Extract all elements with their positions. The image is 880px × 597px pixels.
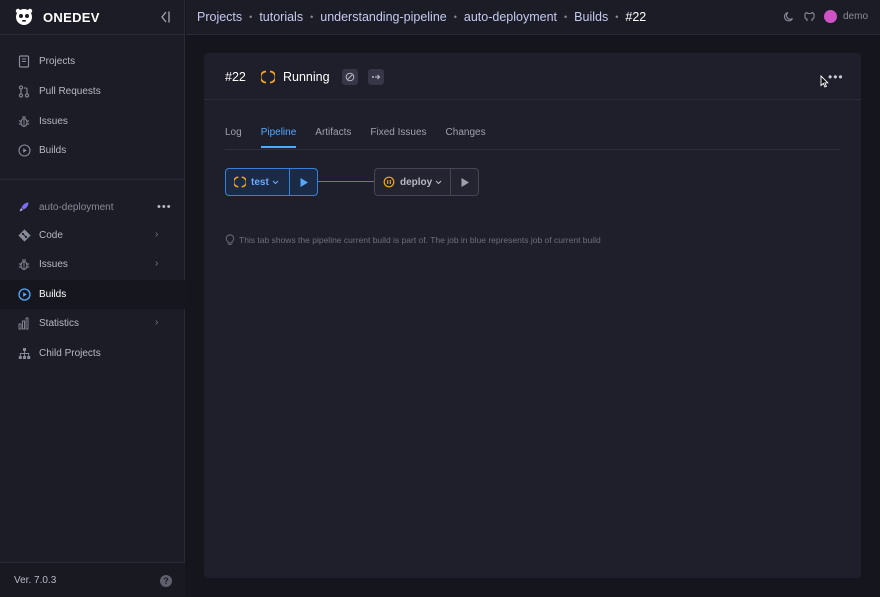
sidebar-item-label: Statistics [39,318,80,329]
build-number: #22 [225,70,246,84]
rerun-build-button[interactable] [368,69,384,85]
tab-changes[interactable]: Changes [446,127,486,148]
version-label: Ver. 7.0.3 [14,574,57,586]
breadcrumb-tutorials[interactable]: tutorials [259,10,303,24]
breadcrumb-projects[interactable]: Projects [197,10,242,24]
job-deploy-dropdown[interactable]: deploy [375,169,452,195]
build-status: Running [283,70,330,84]
tab-log[interactable]: Log [225,127,242,148]
brand-name: ONEDEV [43,9,100,25]
tabs-divider [225,149,840,150]
sidebar-item-label: Issues [39,116,68,127]
chevron-down-icon [272,180,279,185]
sidebar-item-label: Builds [39,289,67,300]
sidebar-item-label: Code [39,230,63,241]
sidebar-item-code[interactable]: Code › [0,221,185,250]
help-icon[interactable]: ? [160,575,172,587]
breadcrumb-separator: • [249,12,253,22]
chevron-down-icon [435,180,442,185]
build-header: #22 Running ••• [204,53,861,100]
sidebar-item-builds[interactable]: Builds [0,136,185,165]
pipeline-tip: This tab shows the pipeline current buil… [225,234,601,246]
breadcrumb-separator: • [453,12,457,22]
project-more-icon[interactable]: ••• [157,201,172,213]
job-test-dropdown[interactable]: test [226,169,290,195]
chevron-right-icon: › [155,317,159,328]
build-detail-card: #22 Running ••• Log Pipeline Artifacts F… [204,53,861,578]
brand[interactable]: ONEDEV [0,0,184,35]
moon-icon[interactable] [784,11,796,23]
tab-fixed-issues[interactable]: Fixed Issues [370,127,426,148]
projects-icon [17,55,31,69]
breadcrumb-separator: • [564,12,568,22]
sidebar-footer: Ver. 7.0.3 ? [0,562,185,597]
breadcrumb-understanding-pipeline[interactable]: understanding-pipeline [320,10,446,24]
user-name[interactable]: demo [843,11,868,22]
sidebar-item-statistics[interactable]: Statistics › [0,309,185,338]
bug-icon [17,115,31,129]
sidebar-item-projects[interactable]: Projects [0,47,185,76]
tab-pipeline[interactable]: Pipeline [260,127,297,148]
sidebar-item-issues[interactable]: Issues [0,107,185,136]
job-name: test [251,176,269,188]
sidebar: ONEDEV Projects Pull Requests Issues Bui… [0,0,185,597]
run-job-test-button[interactable] [290,169,317,195]
collapse-sidebar-icon[interactable] [158,10,172,24]
sidebar-item-label: Builds [39,145,67,156]
lightbulb-icon [225,234,235,246]
bug-icon [17,258,31,272]
sidebar-item-label: Issues [39,259,68,270]
build-tabs: Log Pipeline Artifacts Fixed Issues Chan… [225,127,505,148]
hierarchy-icon [17,347,31,361]
code-icon [17,229,31,243]
job-deploy: deploy [374,168,479,196]
rocket-icon [17,200,31,214]
topbar: Projects • tutorials • understanding-pip… [186,0,880,35]
sidebar-item-label: Child Projects [39,348,101,359]
sidebar-project-header[interactable]: auto-deployment ••• [0,199,185,215]
chevron-right-icon: › [155,258,159,269]
breadcrumb-separator: • [310,12,314,22]
sidebar-item-label: Pull Requests [39,86,101,97]
sidebar-item-issues[interactable]: Issues › [0,250,185,279]
job-name: deploy [400,176,433,188]
play-circle-icon [17,144,31,158]
github-icon[interactable] [804,11,816,23]
tab-artifacts[interactable]: Artifacts [315,127,351,148]
job-test: test [225,168,318,196]
pull-request-icon [17,85,31,99]
breadcrumb-current: #22 [625,10,647,24]
sidebar-item-label: Projects [39,56,76,67]
waiting-status-icon [383,176,395,188]
chevron-right-icon: › [155,229,159,240]
bar-chart-icon [17,317,31,331]
running-status-icon [259,70,277,84]
breadcrumb-separator: • [615,12,619,22]
breadcrumb-builds[interactable]: Builds [574,10,608,24]
sidebar-item-builds[interactable]: Builds [0,280,185,309]
topbar-actions: demo [784,10,868,23]
run-job-deploy-button[interactable] [451,169,478,195]
onedev-logo-icon [14,7,34,27]
more-actions-icon[interactable]: ••• [828,70,844,84]
tip-text: This tab shows the pipeline current buil… [239,235,601,245]
pipeline-connector [318,181,374,182]
running-status-icon [234,176,246,188]
mouse-cursor-icon [820,74,829,93]
sidebar-item-child-projects[interactable]: Child Projects [0,339,185,368]
project-name: auto-deployment [39,201,114,213]
breadcrumb-auto-deployment[interactable]: auto-deployment [464,10,557,24]
sidebar-divider [0,179,185,180]
cancel-build-button[interactable] [342,69,358,85]
avatar[interactable] [823,10,837,23]
play-circle-icon [17,288,31,302]
sidebar-item-pull-requests[interactable]: Pull Requests [0,77,185,106]
